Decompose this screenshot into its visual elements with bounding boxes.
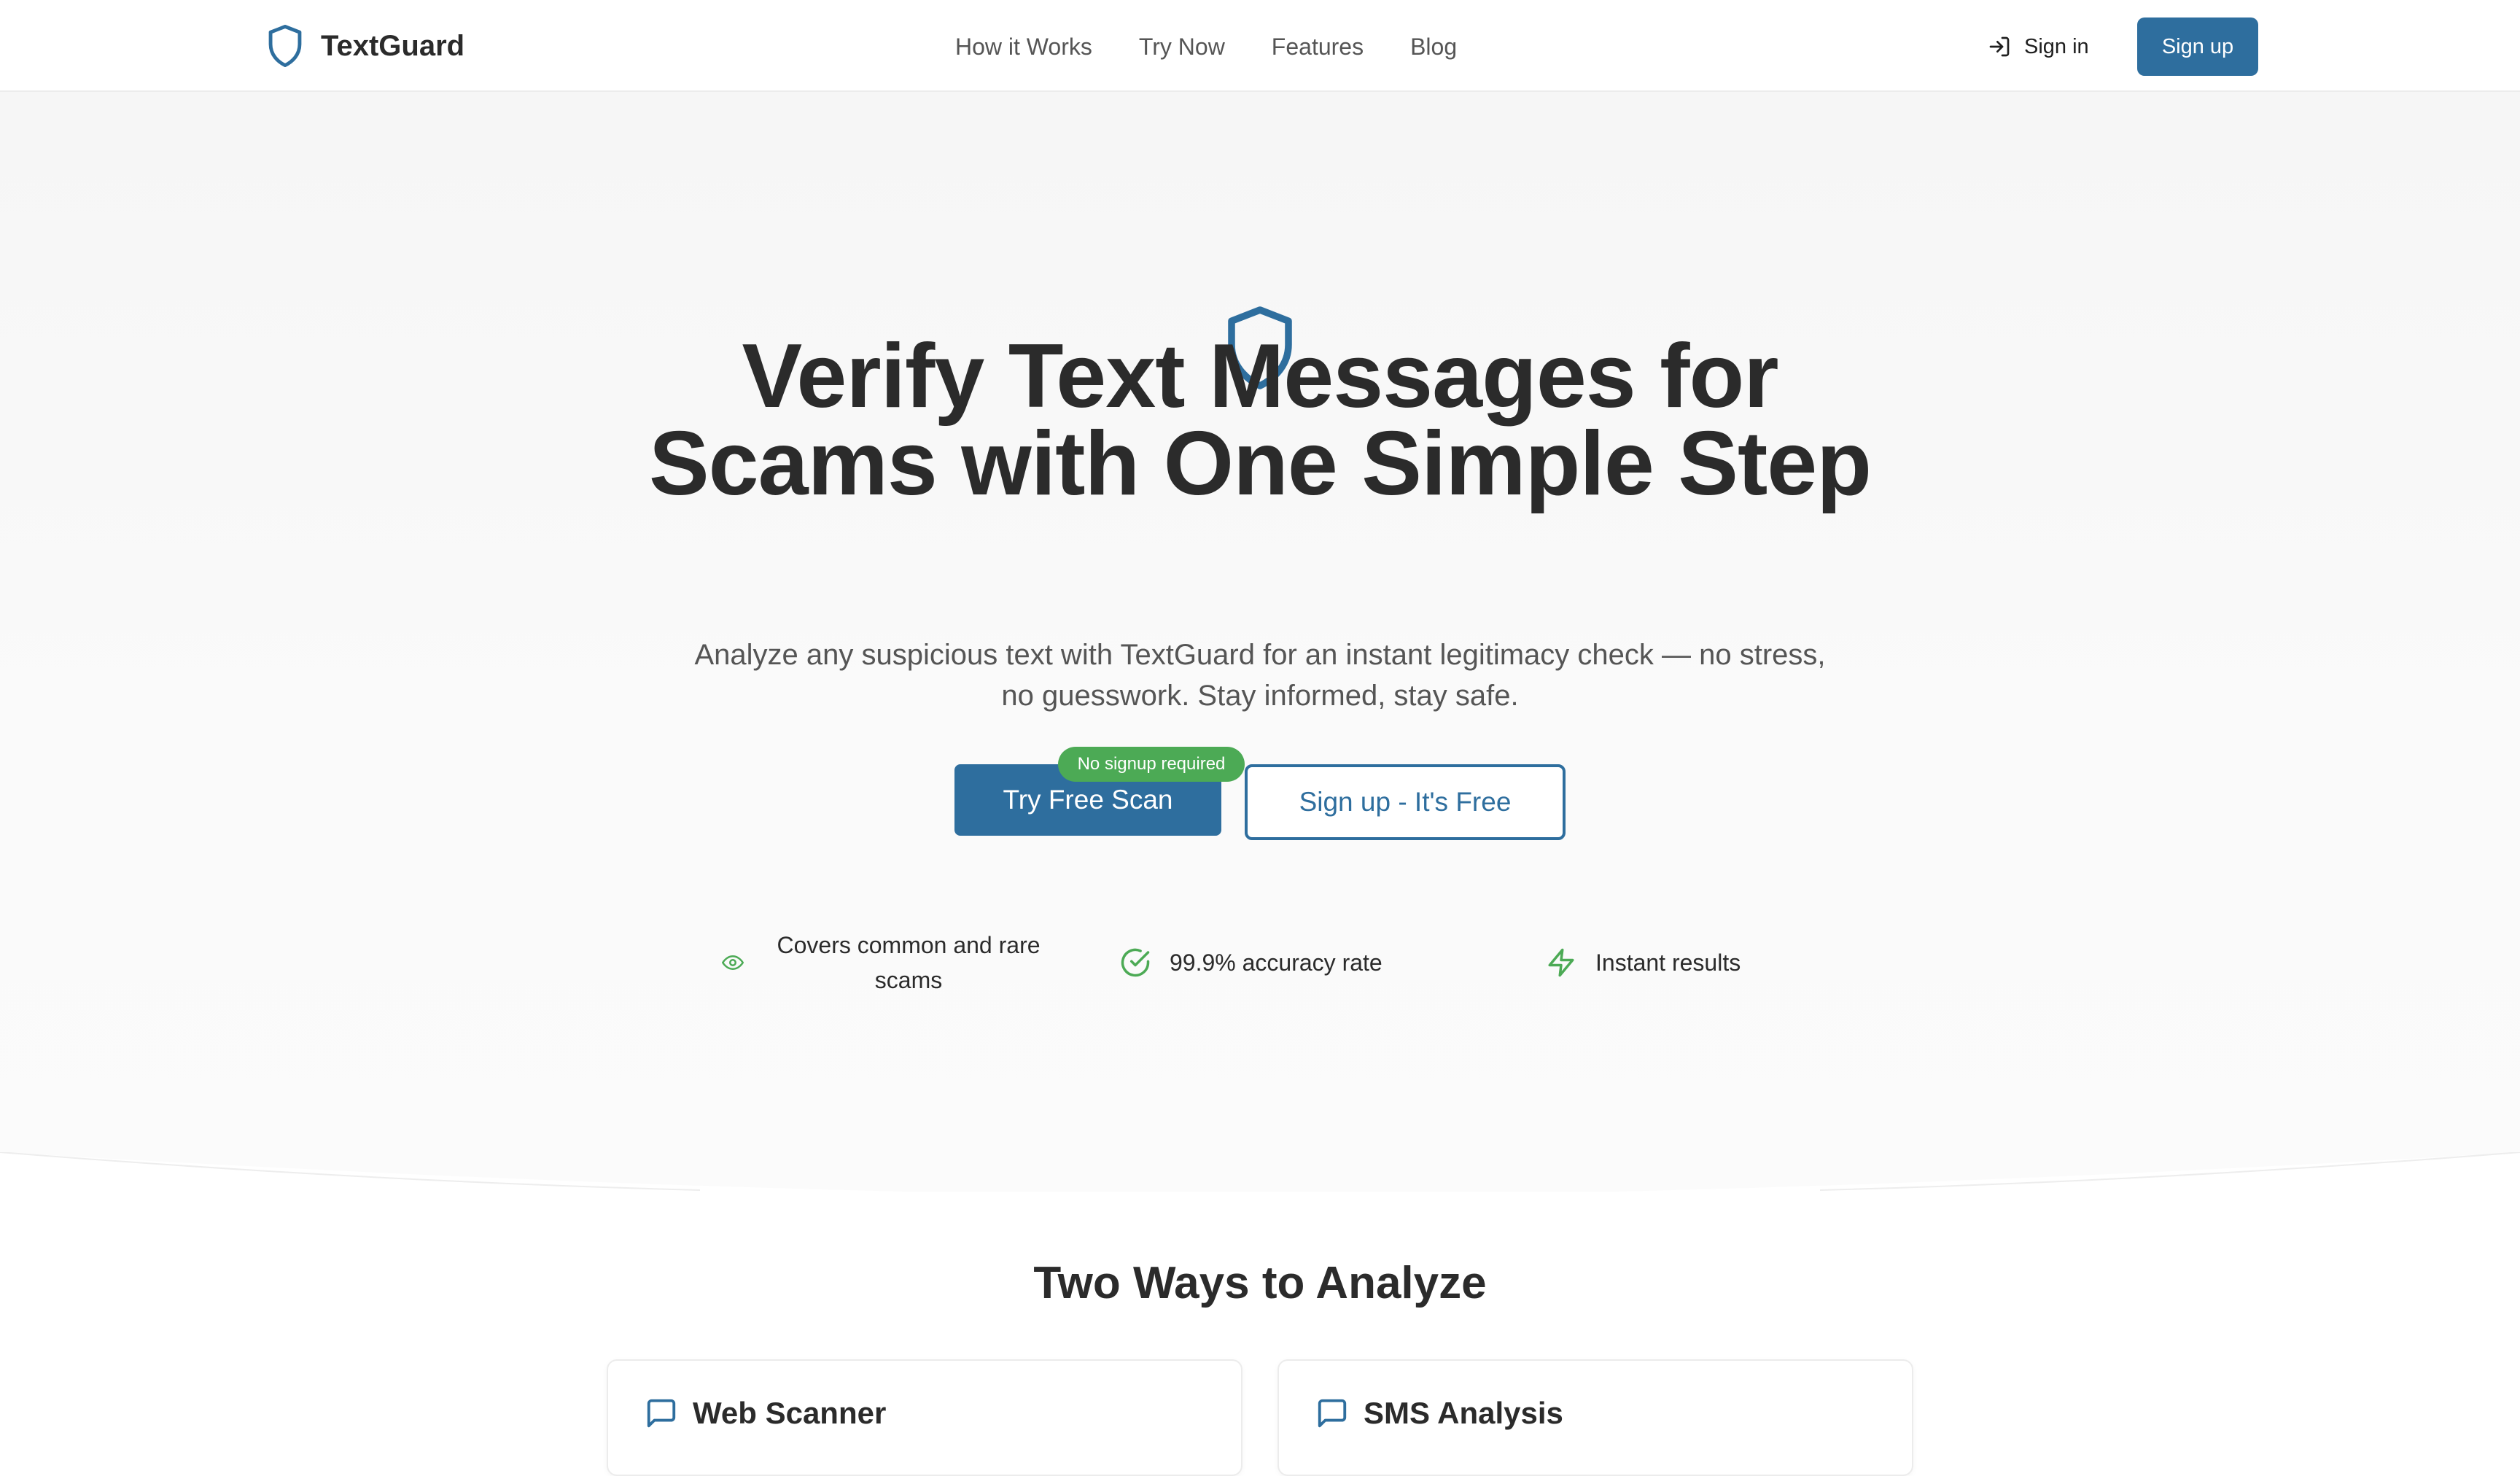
- feature-instant: Instant results: [1546, 945, 1741, 980]
- feature-label: Instant results: [1595, 949, 1741, 976]
- lightning-icon: [1548, 948, 1574, 977]
- no-signup-badge: No signup required: [1058, 747, 1245, 782]
- nav-links: How it Works Try Now Features Blog: [955, 29, 1457, 64]
- feature-label: Covers common and rare scams: [777, 932, 1041, 993]
- feature-accuracy: 99.9% accuracy rate: [1120, 945, 1382, 980]
- sign-in-button[interactable]: Sign in: [1988, 28, 2089, 66]
- sign-up-button[interactable]: Sign up: [2137, 18, 2258, 76]
- section-divider: [0, 1152, 2520, 1196]
- nav-link-try-now[interactable]: Try Now: [1139, 34, 1225, 61]
- eye-icon: [722, 955, 744, 970]
- card-header: Web Scanner: [645, 1396, 886, 1431]
- sign-in-label: Sign in: [2024, 34, 2089, 58]
- log-in-icon: [1989, 36, 2010, 57]
- brand-name: TextGuard: [321, 29, 465, 62]
- shield-icon: [268, 24, 302, 68]
- nav-link-how-it-works[interactable]: How it Works: [955, 34, 1092, 61]
- feature-label: 99.9% accuracy rate: [1170, 949, 1382, 976]
- card-title: Web Scanner: [693, 1396, 887, 1430]
- card-header: SMS Analysis: [1315, 1396, 1563, 1431]
- top-navbar: TextGuard How it Works Try Now Features …: [0, 0, 2520, 92]
- message-square-icon: [1318, 1399, 1347, 1428]
- sign-up-free-button[interactable]: Sign up - It's Free: [1245, 764, 1566, 840]
- nav-link-blog[interactable]: Blog: [1410, 34, 1457, 61]
- card-sms-analysis[interactable]: SMS Analysis: [1278, 1359, 1913, 1476]
- card-title: SMS Analysis: [1364, 1396, 1563, 1430]
- hero-subtitle: Analyze any suspicious text with TextGua…: [694, 639, 1826, 712]
- hero-title: Verify Text Messages for Scams with One …: [648, 326, 1872, 514]
- section-title: Two Ways to Analyze: [1033, 1258, 1487, 1308]
- brand-logo[interactable]: TextGuard: [265, 23, 464, 69]
- feature-scam-coverage: Covers common and rare scams: [722, 928, 1054, 998]
- card-web-scanner[interactable]: Web Scanner: [607, 1359, 1242, 1476]
- feature-highlights: Covers common and rare scams 99.9% accur…: [715, 928, 1808, 1008]
- nav-link-features[interactable]: Features: [1272, 34, 1364, 61]
- check-circle-icon: [1121, 948, 1150, 977]
- message-square-icon: [647, 1399, 676, 1428]
